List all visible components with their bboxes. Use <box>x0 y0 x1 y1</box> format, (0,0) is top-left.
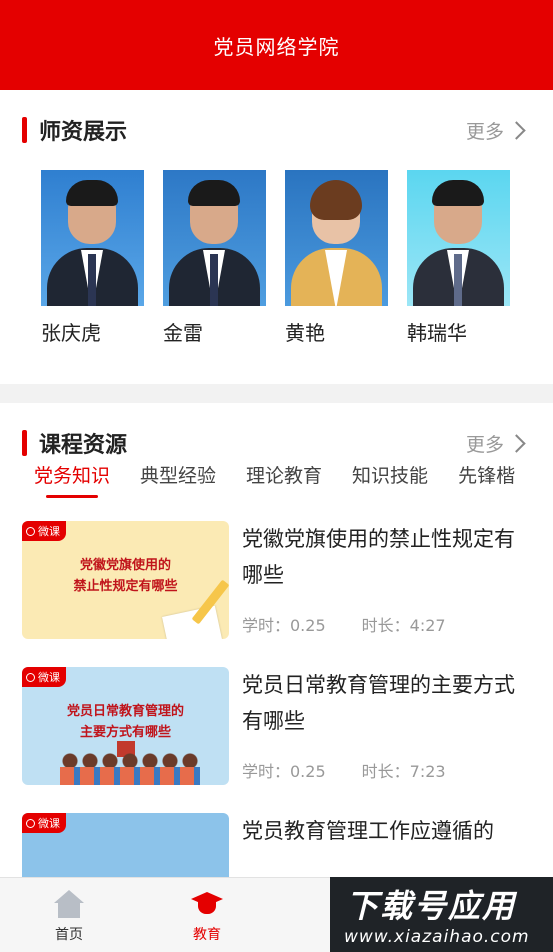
tab-theory-education[interactable]: 理论教育 <box>246 461 322 505</box>
teacher-card[interactable]: 金雷 <box>163 170 266 346</box>
course-title: 党员日常教育管理的主要方式有哪些 <box>242 673 515 733</box>
badge-icon <box>26 527 35 536</box>
micro-course-badge: 微课 <box>22 813 66 833</box>
course-item[interactable]: 微课 党员日常教育管理的 主要方式有哪些 党员日常教育管理的主要方式有哪些 学时… <box>0 667 553 802</box>
teacher-name: 黄艳 <box>285 321 325 345</box>
teacher-name: 张庆虎 <box>41 321 101 345</box>
thumb-caption-line: 党员日常教育管理的 <box>66 704 184 719</box>
teacher-name: 韩瑞华 <box>407 321 467 345</box>
teacher-card[interactable]: 韩瑞华 <box>407 170 510 346</box>
watermark-overlay: 下载号应用 www.xiazaihao.com <box>330 877 553 952</box>
top-header: 党员网络学院 <box>0 0 553 90</box>
graduation-cap-icon <box>190 890 224 918</box>
micro-course-badge: 微课 <box>22 521 66 541</box>
teacher-name: 金雷 <box>163 321 203 345</box>
badge-icon <box>26 673 35 682</box>
course-title: 党徽党旗使用的禁止性规定有哪些 <box>242 527 515 587</box>
course-duration: 时长：4:27 <box>361 616 446 635</box>
thumb-caption-line: 禁止性规定有哪些 <box>73 579 178 594</box>
course-thumbnail: 微课 党员日常教育管理的 主要方式有哪些 <box>22 667 229 785</box>
course-hours: 学时：0.25 <box>242 762 326 781</box>
watermark-text: 下载号应用 <box>346 887 517 925</box>
tabbar-home[interactable]: 首页 <box>0 878 138 952</box>
micro-course-badge: 微课 <box>22 667 66 687</box>
tabbar-label: 教育 <box>193 927 221 943</box>
chevron-right-icon <box>507 120 526 140</box>
teachers-section: 师资展示 更多 张庆虎 金雷 黄艳 韩瑞华 <box>0 90 553 384</box>
chevron-right-icon <box>507 433 526 453</box>
tab-typical-experience[interactable]: 典型经验 <box>140 461 216 505</box>
teacher-list: 张庆虎 金雷 黄艳 韩瑞华 <box>0 170 553 346</box>
tabbar-education[interactable]: 教育 <box>138 878 276 952</box>
badge-icon <box>26 819 35 828</box>
home-icon <box>54 890 84 918</box>
tabbar-label: 首页 <box>55 927 83 943</box>
more-label: 更多 <box>465 120 504 143</box>
thumb-caption-line: 主要方式有哪些 <box>79 725 171 740</box>
app-title: 党员网络学院 <box>213 34 340 59</box>
teacher-photo <box>407 170 510 306</box>
section-accent-bar <box>22 430 27 456</box>
paper-icon <box>162 605 222 639</box>
teacher-photo <box>41 170 144 306</box>
teacher-photo <box>285 170 388 306</box>
teacher-card[interactable]: 黄艳 <box>285 170 388 346</box>
app: 党员网络学院 师资展示 更多 张庆虎 金雷 黄艳 韩瑞华 课程资源 更多 党务知… <box>0 0 553 952</box>
course-category-tabs: 党务知识 典型经验 理论教育 知识技能 先锋楷 <box>0 461 553 505</box>
watermark-url: www.xiazaihao.com <box>344 927 530 947</box>
course-thumbnail: 微课 党徽党旗使用的 禁止性规定有哪些 <box>22 521 229 639</box>
teachers-header: 师资展示 更多 <box>0 90 553 170</box>
teachers-more-link[interactable]: 更多 <box>465 117 526 144</box>
courses-section: 课程资源 更多 党务知识 典型经验 理论教育 知识技能 先锋楷 微课 党徽党旗使… <box>0 403 553 931</box>
thumb-caption-line: 党徽党旗使用的 <box>79 558 171 573</box>
course-hours: 学时：0.25 <box>242 616 326 635</box>
section-accent-bar <box>22 117 27 143</box>
tab-pioneer[interactable]: 先锋楷 <box>458 461 515 505</box>
tab-party-knowledge[interactable]: 党务知识 <box>34 461 110 505</box>
course-duration: 时长：7:23 <box>361 762 446 781</box>
courses-title: 课程资源 <box>39 433 128 458</box>
teacher-card[interactable]: 张庆虎 <box>41 170 144 346</box>
teachers-title: 师资展示 <box>39 120 128 145</box>
courses-more-link[interactable]: 更多 <box>465 430 526 457</box>
tab-knowledge-skills[interactable]: 知识技能 <box>352 461 428 505</box>
more-label: 更多 <box>465 433 504 456</box>
course-item[interactable]: 微课 党徽党旗使用的 禁止性规定有哪些 党徽党旗使用的禁止性规定有哪些 学时：0… <box>0 521 553 656</box>
teacher-photo <box>163 170 266 306</box>
